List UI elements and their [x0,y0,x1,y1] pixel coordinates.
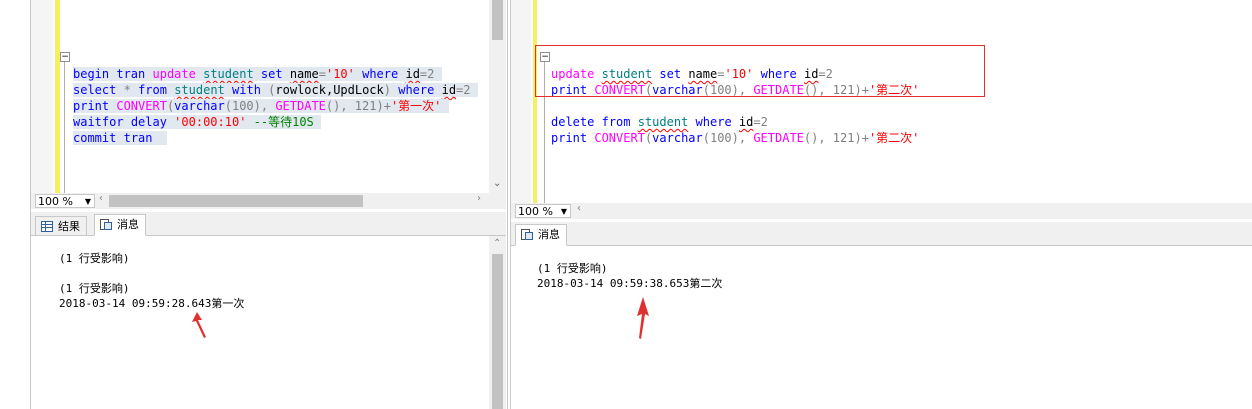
right-code-line-4: print CONVERT(varchar(100), GETDATE(), 1… [551,131,920,145]
right-editor[interactable]: − update student set name='10' where id=… [511,0,1252,203]
right-query-window: − update student set name='10' where id=… [510,0,1252,409]
messages-icon [100,219,112,230]
tab-messages[interactable]: 消息 [94,214,146,236]
right-gutter [511,0,531,203]
right-results-tabstrip: 消息 [511,222,1252,246]
left-messages-pane: (1 行受影响) (1 行受影响) 2018-03-14 09:59:28.64… [31,236,489,409]
left-message-line-1: (1 行受影响) [59,252,130,265]
left-code-line-5: commit tran [73,114,167,146]
arrow-up-icon [192,312,206,338]
dropdown-arrow-icon: ▼ [560,207,567,216]
dropdown-arrow-icon: ▼ [84,197,91,206]
left-gutter [31,0,53,193]
left-hscroll-left-icon[interactable]: ‹ [99,193,103,204]
left-message-line-2: (1 行受影响) [59,282,130,295]
left-query-window: − begin tran update student set name='10… [30,0,508,409]
tab-messages[interactable]: 消息 [515,224,567,246]
left-outline-line [64,62,65,193]
left-editor-vscroll-thumb[interactable] [492,0,503,40]
left-collapse-icon[interactable]: − [60,52,70,62]
right-zoom-dropdown[interactable]: 100 % ▼ [515,204,571,218]
right-message-line-2: 2018-03-14 09:59:38.653第二次 [537,277,723,290]
right-zoom-bar: 100 % ▼ ‹ [511,203,1252,219]
left-hscroll-right-icon[interactable]: › [477,193,481,204]
messages-icon [521,229,533,240]
right-messages-pane: (1 行受影响) 2018-03-14 09:59:38.653第二次 [511,246,1252,409]
right-message-line-1: (1 行受影响) [537,262,608,275]
arrow-up-icon [637,297,649,339]
grid-icon [41,221,53,232]
chevron-up-icon[interactable]: ⌃ [493,238,501,249]
left-editor[interactable]: − begin tran update student set name='10… [31,0,489,193]
left-hscroll-thumb[interactable] [109,195,363,207]
left-zoom-bar: 100 % ▼ ‹ › [31,193,506,209]
left-messages-vscroll-thumb[interactable] [492,254,503,409]
tab-results[interactable]: 结果 [35,216,87,236]
right-hscroll-left-icon[interactable]: ‹ [577,203,581,214]
left-messages-vscrollbar[interactable]: ⌃ [489,236,506,409]
left-change-bar [55,0,60,193]
left-zoom-dropdown[interactable]: 100 % ▼ [35,194,95,208]
highlight-box [535,45,985,97]
right-change-bar [533,0,537,203]
left-results-tabstrip: 结果 消息 [31,212,506,236]
left-editor-vscrollbar[interactable]: ⌄ [489,0,506,193]
left-message-line-3: 2018-03-14 09:59:28.643第一次 [59,297,245,310]
chevron-down-icon[interactable]: ⌄ [493,178,501,189]
